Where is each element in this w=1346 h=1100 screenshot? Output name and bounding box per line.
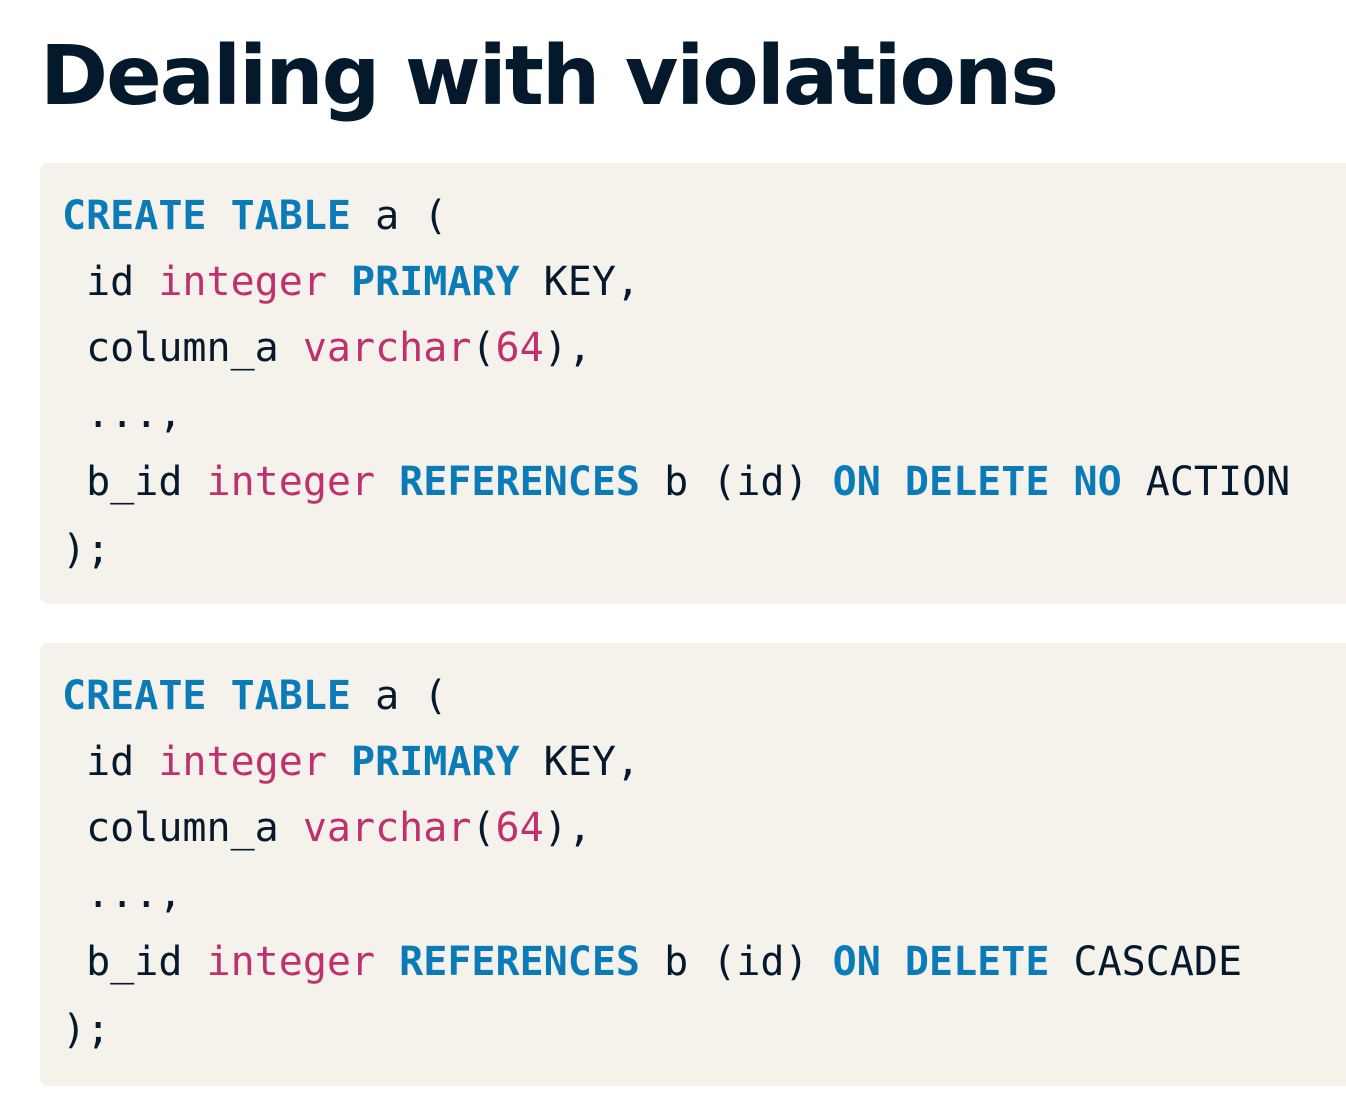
code-line: CREATE TABLE a ( (62, 663, 447, 729)
code-text: ); (62, 527, 111, 573)
sql-keyword: PRIMARY (351, 259, 520, 305)
code-line: ); (62, 997, 110, 1063)
sql-type: varchar (302, 805, 472, 851)
code-line: b_id integer REFERENCES b (id) ON DELETE… (62, 929, 1242, 995)
sql-type: integer (158, 739, 327, 785)
code-text: column_a (62, 805, 303, 851)
sql-keyword: REFERENCES (399, 939, 640, 985)
code-text: KEY, (519, 259, 640, 305)
sql-keyword: REFERENCES (399, 459, 640, 505)
code-text: b (id) (640, 939, 833, 985)
code-line: ..., (62, 861, 182, 927)
sql-keyword: TABLE (230, 673, 352, 719)
sql-keyword: CREATE (62, 673, 207, 719)
code-block-no-action: CREATE TABLE a ( id integer PRIMARY KEY,… (40, 163, 1346, 604)
page-title: Dealing with violations (40, 29, 1059, 124)
code-block-cascade: CREATE TABLE a ( id integer PRIMARY KEY,… (40, 643, 1346, 1086)
sql-keyword: TABLE (230, 193, 352, 239)
code-text: ), (543, 805, 592, 851)
code-text: id (62, 739, 159, 785)
code-line: id integer PRIMARY KEY, (62, 249, 640, 315)
code-line: ); (62, 517, 110, 583)
code-text: ..., (62, 391, 183, 437)
code-line: ..., (62, 381, 182, 447)
sql-keyword: ON (832, 459, 881, 505)
code-text: ), (543, 325, 592, 371)
code-line: b_id integer REFERENCES b (id) ON DELETE… (62, 449, 1290, 515)
code-text: CASCADE (1049, 939, 1243, 985)
code-text: b_id (62, 939, 207, 985)
sql-type: varchar (302, 325, 472, 371)
code-text: a ( (351, 193, 448, 239)
code-text: ); (62, 1007, 111, 1053)
sql-keyword: CREATE (62, 193, 207, 239)
code-text: KEY, (519, 739, 640, 785)
sql-keyword: ON (832, 939, 881, 985)
code-line: column_a varchar(64), (62, 795, 592, 861)
code-line: column_a varchar(64), (62, 315, 592, 381)
sql-number: 64 (495, 325, 544, 371)
code-text: ..., (62, 871, 183, 917)
code-text: ( (471, 805, 496, 851)
sql-keyword: NO (1073, 459, 1122, 505)
code-text: ( (471, 325, 496, 371)
sql-number: 64 (495, 805, 544, 851)
code-text: ACTION (1121, 459, 1291, 505)
code-line: CREATE TABLE a ( (62, 183, 447, 249)
code-text: id (62, 259, 159, 305)
sql-keyword: DELETE (904, 459, 1050, 505)
sql-keyword: DELETE (904, 939, 1050, 985)
sql-type: integer (158, 259, 327, 305)
code-text: b_id (62, 459, 207, 505)
sql-type: integer (206, 939, 376, 985)
code-text: a ( (351, 673, 448, 719)
sql-keyword: PRIMARY (351, 739, 520, 785)
sql-type: integer (206, 459, 376, 505)
code-line: id integer PRIMARY KEY, (62, 729, 640, 795)
code-text: column_a (62, 325, 303, 371)
code-text: b (id) (640, 459, 833, 505)
